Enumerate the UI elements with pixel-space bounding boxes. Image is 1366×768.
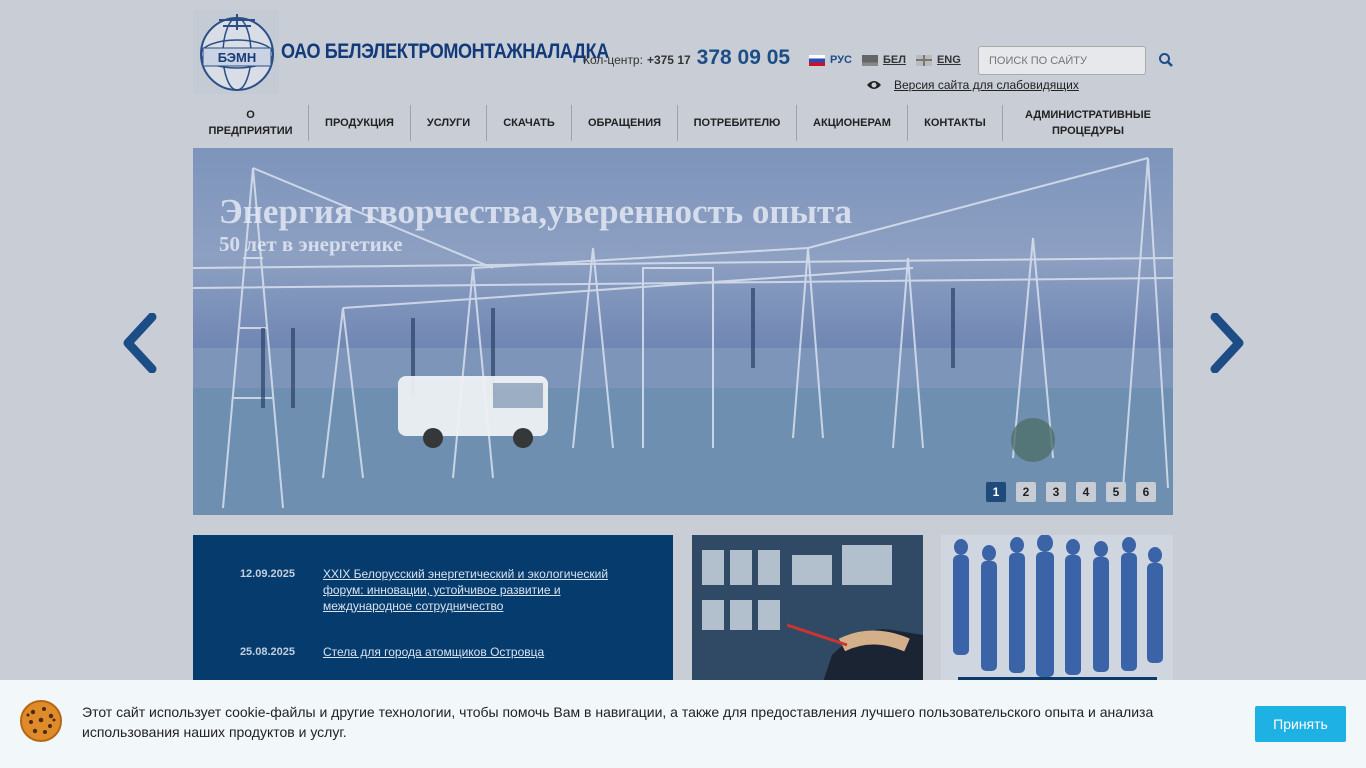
lang-en-label: ENG [936, 54, 961, 66]
slider-next-arrow-icon[interactable] [1207, 312, 1247, 374]
nav-item-services[interactable]: УСЛУГИ [411, 105, 487, 141]
people-silhouettes-photo [941, 535, 1173, 685]
callcenter-phone: Кол-центр: +375 17 378 09 05 [583, 46, 790, 70]
people-tile[interactable] [941, 535, 1173, 685]
slider-page-6[interactable]: 6 [1136, 482, 1156, 502]
news-link[interactable]: XXIX Белорусский энергетический и эколог… [323, 566, 623, 614]
electrical-panel-tile[interactable] [692, 535, 923, 685]
news-block: 12.09.2025 XXIX Белорусский энергетическ… [193, 535, 673, 685]
slider-page-4[interactable]: 4 [1076, 482, 1096, 502]
flag-en-icon [915, 54, 932, 66]
site-logo[interactable]: БЭМН ОАО БЕЛЭЛЕКТРОМОНТАЖНАЛАДКА [193, 10, 609, 94]
cookie-banner: Этот сайт использует cookie-файлы и друг… [0, 680, 1366, 768]
language-switcher: РУС БЕЛ ENG [809, 54, 961, 66]
lang-ru-link[interactable]: РУС [809, 54, 852, 66]
low-vision-link[interactable]: Версия сайта для слабовидящих [866, 78, 1079, 92]
news-date: 12.09.2025 [239, 568, 295, 580]
search-icon[interactable] [1158, 52, 1174, 68]
slide-subtitle: 50 лет в энергетике [219, 232, 403, 256]
news-link[interactable]: Стела для города атомщиков Островца [323, 644, 623, 660]
slider-prev-arrow-icon[interactable] [120, 312, 160, 374]
search-input[interactable] [978, 46, 1146, 75]
eye-icon [867, 81, 881, 89]
slider-page-3[interactable]: 3 [1046, 482, 1066, 502]
lang-ru-label: РУС [830, 54, 852, 66]
flag-ru-icon [809, 54, 825, 66]
flag-by-icon [861, 54, 878, 66]
callcenter-label: Кол-центр: [583, 53, 643, 67]
cookie-accept-button[interactable]: Принять [1255, 706, 1346, 742]
nav-item-about[interactable]: О ПРЕДПРИЯТИИ [193, 105, 309, 141]
news-item: 25.08.2025 Стела для города атомщиков Ос… [193, 644, 673, 660]
slide-title: Энергия творчества,уверенность опыта [219, 192, 853, 231]
callcenter-code: +375 17 [646, 53, 691, 67]
main-nav: О ПРЕДПРИЯТИИ ПРОДУКЦИЯ УСЛУГИ СКАЧАТЬ О… [193, 98, 1173, 148]
callcenter-number[interactable]: 378 09 05 [697, 46, 790, 70]
page: БЭМН ОАО БЕЛЭЛЕКТРОМОНТАЖНАЛАДКА Кол-цен… [0, 0, 1366, 768]
nav-item-consumer[interactable]: ПОТРЕБИТЕЛЮ [678, 105, 797, 141]
cookie-icon [20, 700, 62, 742]
nav-item-download[interactable]: СКАЧАТЬ [487, 105, 572, 141]
hero-slider: Энергия творчества,уверенность опыта 50 … [193, 148, 1173, 515]
electrical-panel-photo [692, 535, 923, 685]
nav-item-contacts[interactable]: КОНТАКТЫ [908, 105, 1003, 141]
lang-by-link[interactable]: БЕЛ [861, 54, 906, 66]
low-vision-label: Версия сайта для слабовидящих [894, 78, 1079, 92]
slider-page-2[interactable]: 2 [1016, 482, 1036, 502]
nav-item-appeals[interactable]: ОБРАЩЕНИЯ [572, 105, 678, 141]
logo-emblem-text: БЭМН [218, 50, 257, 65]
nav-item-products[interactable]: ПРОДУКЦИЯ [309, 105, 411, 141]
slider-pagination: 1 2 3 4 5 6 [986, 482, 1156, 502]
news-date: 25.08.2025 [239, 646, 295, 658]
logo-emblem-icon: БЭМН [193, 10, 279, 94]
slider-page-1[interactable]: 1 [986, 482, 1006, 502]
news-item: 12.09.2025 XXIX Белорусский энергетическ… [193, 566, 673, 614]
nav-item-admin-procedures[interactable]: АДМИНИСТРАТИВНЫЕ ПРОЦЕДУРЫ [1003, 105, 1173, 141]
nav-item-shareholders[interactable]: АКЦИОНЕРАМ [797, 105, 908, 141]
slider-page-5[interactable]: 5 [1106, 482, 1126, 502]
lang-by-label: БЕЛ [882, 54, 906, 66]
logo-text: ОАО БЕЛЭЛЕКТРОМОНТАЖНАЛАДКА [281, 40, 609, 63]
cookie-text: Этот сайт использует cookie-файлы и друг… [82, 704, 1154, 740]
lang-en-link[interactable]: ENG [915, 54, 961, 66]
